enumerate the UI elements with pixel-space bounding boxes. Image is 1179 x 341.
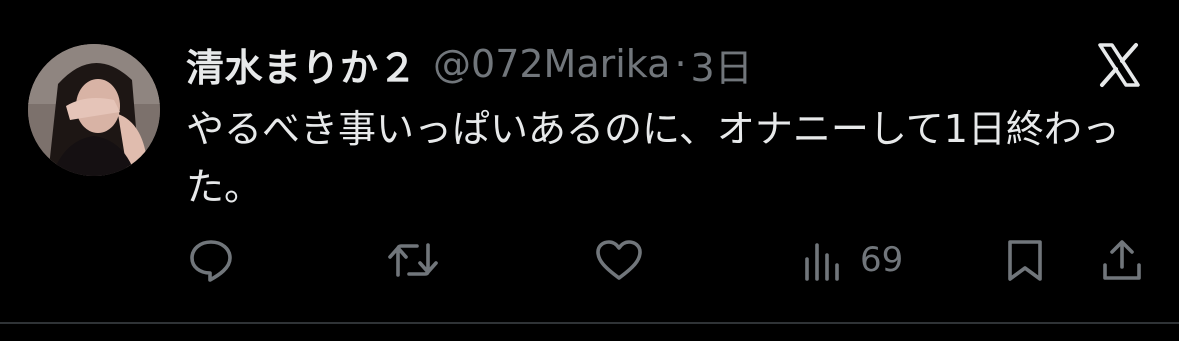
reply-button[interactable] — [188, 232, 234, 288]
repost-button[interactable] — [386, 232, 440, 288]
views-button[interactable]: 69 — [802, 232, 903, 288]
share-button[interactable] — [1100, 232, 1144, 288]
views-count: 69 — [860, 240, 904, 280]
bookmark-icon — [1004, 237, 1046, 283]
reply-icon — [188, 237, 234, 283]
avatar-image — [28, 44, 160, 176]
action-bar: 69 — [0, 232, 1179, 288]
avatar[interactable] — [28, 44, 160, 176]
post-text: やるべき事いっぱいあるのに、オナニーして1日終わった。 — [186, 107, 1120, 209]
views-icon — [802, 237, 846, 283]
post-timestamp[interactable]: 3日 — [691, 37, 753, 92]
like-button[interactable] — [594, 232, 644, 288]
like-icon — [594, 237, 644, 283]
x-logo-icon — [1094, 40, 1144, 90]
repost-icon — [386, 237, 440, 283]
post-header: 清水まりか２ @072Marika · 3日 — [186, 36, 753, 92]
post[interactable]: 清水まりか２ @072Marika · 3日 やるべき事いっぱいあるのに、オナニ… — [0, 0, 1179, 322]
share-icon — [1100, 237, 1144, 283]
bookmark-button[interactable] — [1004, 232, 1046, 288]
post-divider — [0, 322, 1179, 324]
author-display-name[interactable]: 清水まりか２ — [186, 37, 417, 92]
author-handle[interactable]: @072Marika — [433, 42, 670, 86]
separator-dot: · — [674, 42, 687, 86]
